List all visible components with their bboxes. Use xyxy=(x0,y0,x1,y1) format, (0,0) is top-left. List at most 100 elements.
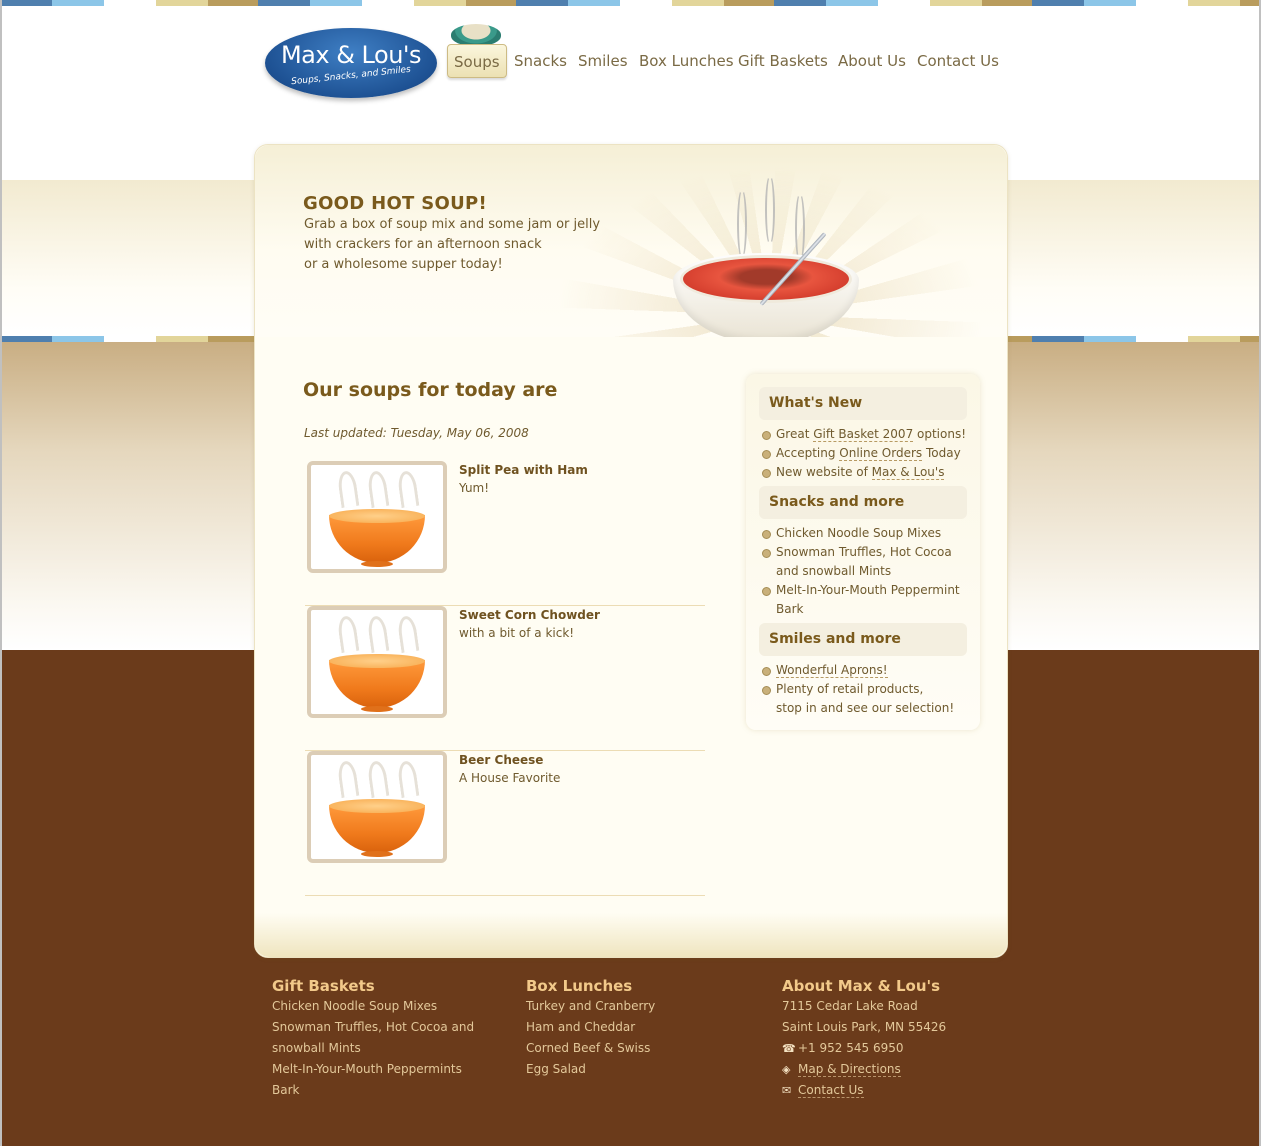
item-text: and snowball Mints xyxy=(776,564,892,578)
site-logo[interactable]: Max & Lou's Soups, Snacks, and Smiles xyxy=(265,28,437,98)
phone-number: +1 952 545 6950 xyxy=(798,1041,904,1055)
footer-line: Bark xyxy=(272,1083,300,1097)
steam-icon xyxy=(336,469,360,509)
footer-heading[interactable]: About Max & Lou's xyxy=(782,976,946,996)
phone-line: ☎ +1 952 545 6950 xyxy=(782,1038,946,1059)
nav-box-lunches[interactable]: Box Lunches xyxy=(639,44,734,78)
footer-contact-link[interactable]: Contact Us xyxy=(798,1083,864,1098)
soup-item: Split Pea with Ham Yum! xyxy=(305,461,705,606)
soup-bowl-icon xyxy=(451,24,501,46)
hero: GOOD HOT SOUP! Grab a box of soup mix an… xyxy=(255,145,1007,337)
main-panel: GOOD HOT SOUP! Grab a box of soup mix an… xyxy=(254,144,1008,958)
footer-line: Turkey and Cranberry xyxy=(526,999,656,1013)
bowl-rim xyxy=(329,509,425,523)
contact-line: ✉ Contact Us xyxy=(782,1080,946,1101)
list-item: Plenty of retail products, stop in and se… xyxy=(760,680,972,718)
soup-name: Sweet Corn Chowder xyxy=(459,608,600,622)
steam-icon xyxy=(336,614,360,654)
steam-icon xyxy=(366,759,390,799)
top-stripe xyxy=(0,0,1261,6)
footer-line: Chicken Noodle Soup Mixes xyxy=(272,999,438,1013)
footer-line: snowball Mints xyxy=(272,1041,361,1055)
item-text: Melt-In-Your-Mouth Peppermint xyxy=(776,583,960,597)
footer-line: Melt-In-Your-Mouth Peppermints xyxy=(272,1062,462,1076)
aprons-link[interactable]: Wonderful Aprons! xyxy=(776,663,888,678)
phone-icon: ☎ xyxy=(782,1042,796,1055)
footer-box-lunches: Box Lunches Turkey and Cranberry Ham and… xyxy=(526,976,655,1080)
nav-soups[interactable]: Soups xyxy=(447,44,507,78)
bowl-rim xyxy=(329,799,425,813)
steam-icon xyxy=(366,469,390,509)
soup-item: Beer Cheese A House Favorite xyxy=(305,751,705,896)
soup-thumbnail xyxy=(307,606,447,718)
footer-heading[interactable]: Box Lunches xyxy=(526,976,655,996)
soup-desc: A House Favorite xyxy=(459,771,561,785)
panel-footer-curl xyxy=(255,913,1007,957)
online-orders-link[interactable]: Online Orders xyxy=(839,446,923,461)
soup-name: Split Pea with Ham xyxy=(459,463,588,477)
footer-line: Snowman Truffles, Hot Cocoa and xyxy=(272,1020,475,1034)
map-directions-link[interactable]: Map & Directions xyxy=(798,1062,901,1077)
item-text: stop in and see our selection! xyxy=(776,701,955,715)
footer-about: About Max & Lou's 7115 Cedar Lake Road S… xyxy=(782,976,946,1101)
list-item: Accepting Online Orders Today xyxy=(760,444,972,463)
sidebar-heading-snacks: Snacks and more xyxy=(759,486,967,519)
mail-icon: ✉ xyxy=(782,1084,792,1097)
gift-basket-link[interactable]: Gift Basket 2007 xyxy=(813,427,914,442)
item-text: options! xyxy=(913,427,967,441)
hero-title: GOOD HOT SOUP! xyxy=(303,193,487,214)
map-line: ◈ Map & Directions xyxy=(782,1059,946,1080)
list-item: Melt-In-Your-Mouth Peppermint Bark xyxy=(760,581,972,619)
content-title: Our soups for today are xyxy=(303,379,558,401)
item-text: Great xyxy=(776,427,814,441)
footer-heading[interactable]: Gift Baskets xyxy=(272,976,474,996)
snacks-list: Chicken Noodle Soup Mixes Snowman Truffl… xyxy=(760,524,972,619)
list-item: Great Gift Basket 2007 options! xyxy=(760,425,972,444)
smiles-list: Wonderful Aprons! Plenty of retail produ… xyxy=(760,661,972,718)
address-line: Saint Louis Park, MN 55426 xyxy=(782,1020,947,1034)
list-item: Chicken Noodle Soup Mixes xyxy=(760,524,972,543)
nav-gift-baskets[interactable]: Gift Baskets xyxy=(738,44,828,78)
soup-thumbnail xyxy=(307,751,447,863)
hero-line: or a wholesome supper today! xyxy=(304,257,503,272)
item-text: New website of xyxy=(776,465,872,479)
hero-line: with crackers for an afternoon snack xyxy=(304,237,542,252)
item-text: Chicken Noodle Soup Mixes xyxy=(776,526,942,540)
map-pin-icon: ◈ xyxy=(782,1063,791,1076)
steam-icon xyxy=(396,469,420,509)
nav-about-us[interactable]: About Us xyxy=(838,44,906,78)
bowl-rim xyxy=(329,654,425,668)
soup-thumbnail xyxy=(307,461,447,573)
item-text: Plenty of retail products, xyxy=(776,682,924,696)
frame-left xyxy=(0,0,2,1146)
max-lous-link[interactable]: Max & Lou's xyxy=(871,465,945,480)
nav-smiles[interactable]: Smiles xyxy=(578,44,628,78)
address-line: 7115 Cedar Lake Road xyxy=(782,999,918,1013)
hero-line: Grab a box of soup mix and some jam or j… xyxy=(304,217,601,232)
steam-icon xyxy=(396,759,420,799)
item-text: Accepting xyxy=(776,446,840,460)
nav-contact-us[interactable]: Contact Us xyxy=(917,44,999,78)
soup-desc: with a bit of a kick! xyxy=(459,626,575,640)
sidebar: What's New Great Gift Basket 2007 option… xyxy=(746,374,980,730)
item-text: Snowman Truffles, Hot Cocoa xyxy=(776,545,952,559)
list-item: New website of Max & Lou's xyxy=(760,463,972,482)
footer-line: Ham and Cheddar xyxy=(526,1020,636,1034)
list-item: Wonderful Aprons! xyxy=(760,661,972,680)
soup-name: Beer Cheese xyxy=(459,753,544,767)
steam-icon xyxy=(765,175,775,245)
sidebar-heading-whats-new: What's New xyxy=(759,387,967,420)
bowl-base xyxy=(361,561,393,567)
footer-line: Corned Beef & Swiss xyxy=(526,1041,651,1055)
steam-icon xyxy=(366,614,390,654)
soup-item: Sweet Corn Chowder with a bit of a kick! xyxy=(305,606,705,751)
steam-icon xyxy=(396,614,420,654)
bowl-base xyxy=(361,851,393,857)
item-text: Today xyxy=(922,446,961,460)
soup-desc: Yum! xyxy=(459,481,490,495)
footer-gift-baskets: Gift Baskets Chicken Noodle Soup Mixes S… xyxy=(272,976,474,1101)
last-updated: Last updated: Tuesday, May 06, 2008 xyxy=(304,426,529,440)
list-item: Snowman Truffles, Hot Cocoa and snowball … xyxy=(760,543,972,581)
nav-snacks[interactable]: Snacks xyxy=(514,44,567,78)
whats-new-list: Great Gift Basket 2007 options! Acceptin… xyxy=(760,425,972,482)
